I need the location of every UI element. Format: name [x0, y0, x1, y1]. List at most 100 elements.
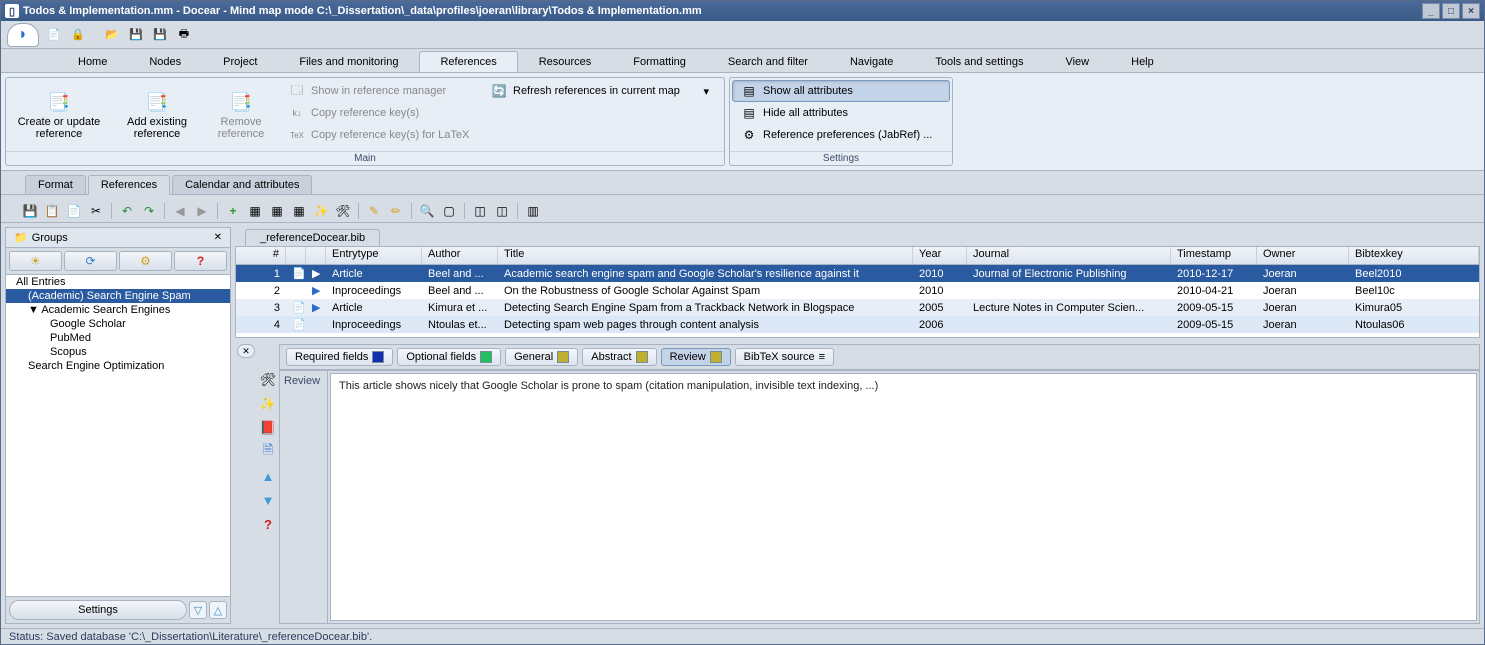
- tree-pubmed[interactable]: PubMed: [6, 331, 230, 345]
- col-rank[interactable]: [306, 247, 326, 264]
- col-year[interactable]: Year: [913, 247, 967, 264]
- down-icon[interactable]: ▼: [260, 492, 276, 508]
- tree-seo[interactable]: Search Engine Optimization: [6, 359, 230, 373]
- tb-edit3-icon[interactable]: ▦: [290, 202, 308, 220]
- minimize-button[interactable]: _: [1422, 3, 1440, 19]
- table-row[interactable]: 2 ▶ Inproceedings Beel and ... On the Ro…: [236, 282, 1479, 299]
- col-title[interactable]: Title: [498, 247, 913, 264]
- menu-view[interactable]: View: [1044, 51, 1110, 72]
- menu-search[interactable]: Search and filter: [707, 51, 829, 72]
- tb-box-icon[interactable]: ▢: [440, 202, 458, 220]
- col-timestamp[interactable]: Timestamp: [1171, 247, 1257, 264]
- collapse-icon[interactable]: ▽: [189, 601, 207, 619]
- tree-google-scholar[interactable]: Google Scholar: [6, 317, 230, 331]
- maximize-button[interactable]: □: [1442, 3, 1460, 19]
- menu-project[interactable]: Project: [202, 51, 278, 72]
- tree-academic-engines[interactable]: ▼ Academic Search Engines: [6, 303, 230, 317]
- tb-paste-icon[interactable]: 📄: [65, 202, 83, 220]
- groups-btn-refresh[interactable]: ⟳: [64, 251, 117, 271]
- tb-redo-icon[interactable]: ↷: [140, 202, 158, 220]
- tb-forward-icon[interactable]: ▶: [193, 202, 211, 220]
- close-icon[interactable]: ✕: [237, 344, 255, 358]
- tb-save-icon[interactable]: 💾: [21, 202, 39, 220]
- up-icon[interactable]: ▲: [260, 468, 276, 484]
- new-icon[interactable]: 📄: [45, 26, 63, 44]
- save-icon[interactable]: 💾: [127, 26, 145, 44]
- dropdown-icon[interactable]: ▾: [703, 85, 709, 98]
- wand-icon[interactable]: ✨: [260, 396, 276, 412]
- col-pdf[interactable]: [286, 247, 306, 264]
- tb-search-icon[interactable]: 🔍: [418, 202, 436, 220]
- settings-button[interactable]: Settings: [9, 600, 187, 620]
- tb-highlight-icon[interactable]: ✏: [387, 202, 405, 220]
- subtab-references[interactable]: References: [88, 175, 170, 195]
- menu-help[interactable]: Help: [1110, 51, 1175, 72]
- save-all-icon[interactable]: 💾: [151, 26, 169, 44]
- add-reference-button[interactable]: 📑 Add existing reference: [112, 80, 202, 149]
- tb-undo-icon[interactable]: ↶: [118, 202, 136, 220]
- tab-general[interactable]: General: [505, 348, 578, 366]
- col-owner[interactable]: Owner: [1257, 247, 1349, 264]
- tab-required-fields[interactable]: Required fields: [286, 348, 393, 366]
- expand-icon[interactable]: △: [209, 601, 227, 619]
- refresh-icon: 🔄: [491, 83, 507, 99]
- tb-panel-icon[interactable]: ▥: [524, 202, 542, 220]
- tb-edit1-icon[interactable]: ▦: [246, 202, 264, 220]
- col-journal[interactable]: Journal: [967, 247, 1171, 264]
- tb-back-icon[interactable]: ◀: [171, 202, 189, 220]
- table-row[interactable]: 3 📄 ▶ Article Kimura et ... Detecting Se…: [236, 299, 1479, 316]
- tree-all-entries[interactable]: All Entries: [6, 275, 230, 289]
- tb-pencil-icon[interactable]: ✎: [365, 202, 383, 220]
- col-entrytype[interactable]: Entrytype: [326, 247, 422, 264]
- groups-btn-help[interactable]: ?: [174, 251, 227, 271]
- tb-wand-icon[interactable]: ✨: [312, 202, 330, 220]
- tab-optional-fields[interactable]: Optional fields: [397, 348, 501, 366]
- tree-scopus[interactable]: Scopus: [6, 345, 230, 359]
- menu-references[interactable]: References: [419, 51, 517, 72]
- groups-btn-settings[interactable]: ⚙: [119, 251, 172, 271]
- tb-dup1-icon[interactable]: ◫: [471, 202, 489, 220]
- tb-tools-icon[interactable]: 🛠: [334, 202, 352, 220]
- tab-abstract[interactable]: Abstract: [582, 348, 656, 366]
- table-row[interactable]: 4 📄 Inproceedings Ntoulas et... Detectin…: [236, 316, 1479, 333]
- menu-navigate[interactable]: Navigate: [829, 51, 914, 72]
- menu-formatting[interactable]: Formatting: [612, 51, 707, 72]
- menu-nodes[interactable]: Nodes: [128, 51, 202, 72]
- create-reference-button[interactable]: 📑 Create or update reference: [8, 80, 110, 149]
- show-attributes-button[interactable]: ▤Show all attributes: [732, 80, 950, 102]
- lock-icon[interactable]: 🔒: [69, 26, 87, 44]
- menu-tools[interactable]: Tools and settings: [914, 51, 1044, 72]
- pdf-icon[interactable]: 📕: [260, 420, 276, 436]
- refresh-references-button[interactable]: 🔄Refresh references in current map▾: [482, 80, 718, 102]
- help-icon[interactable]: ?: [260, 516, 276, 532]
- file-tab-bib[interactable]: _referenceDocear.bib: [245, 229, 380, 246]
- reference-preferences-button[interactable]: ⚙Reference preferences (JabRef) ...: [732, 124, 950, 146]
- tab-bibtex-source[interactable]: BibTeX source≡: [735, 348, 834, 366]
- subtab-calendar[interactable]: Calendar and attributes: [172, 175, 312, 194]
- open-icon[interactable]: 📂: [103, 26, 121, 44]
- groups-btn-new[interactable]: ☀: [9, 251, 62, 271]
- col-bibtexkey[interactable]: Bibtexkey: [1349, 247, 1479, 264]
- tb-edit2-icon[interactable]: ▦: [268, 202, 286, 220]
- groups-close-icon[interactable]: ✕: [214, 232, 222, 243]
- tools-icon[interactable]: 🛠: [260, 372, 276, 388]
- tab-review[interactable]: Review: [661, 348, 731, 366]
- review-textarea[interactable]: This article shows nicely that Google Sc…: [330, 373, 1477, 621]
- tb-add-icon[interactable]: +: [224, 202, 242, 220]
- hide-attributes-button[interactable]: ▤Hide all attributes: [732, 102, 950, 124]
- tb-cut-icon[interactable]: ✂: [87, 202, 105, 220]
- tb-copy-icon[interactable]: 📋: [43, 202, 61, 220]
- menu-resources[interactable]: Resources: [518, 51, 613, 72]
- col-number[interactable]: #: [236, 247, 286, 264]
- print-icon[interactable]: 🖶: [175, 26, 193, 44]
- menu-files[interactable]: Files and monitoring: [278, 51, 419, 72]
- col-author[interactable]: Author: [422, 247, 498, 264]
- groups-tree[interactable]: All Entries (Academic) Search Engine Spa…: [6, 275, 230, 596]
- close-button[interactable]: ×: [1462, 3, 1480, 19]
- subtab-format[interactable]: Format: [25, 175, 86, 194]
- tree-search-engine-spam[interactable]: (Academic) Search Engine Spam: [6, 289, 230, 303]
- file-icon[interactable]: 🗎: [260, 444, 276, 460]
- table-row[interactable]: 1 📄 ▶ Article Beel and ... Academic sear…: [236, 265, 1479, 282]
- tb-dup2-icon[interactable]: ◫: [493, 202, 511, 220]
- menu-home[interactable]: Home: [57, 51, 128, 72]
